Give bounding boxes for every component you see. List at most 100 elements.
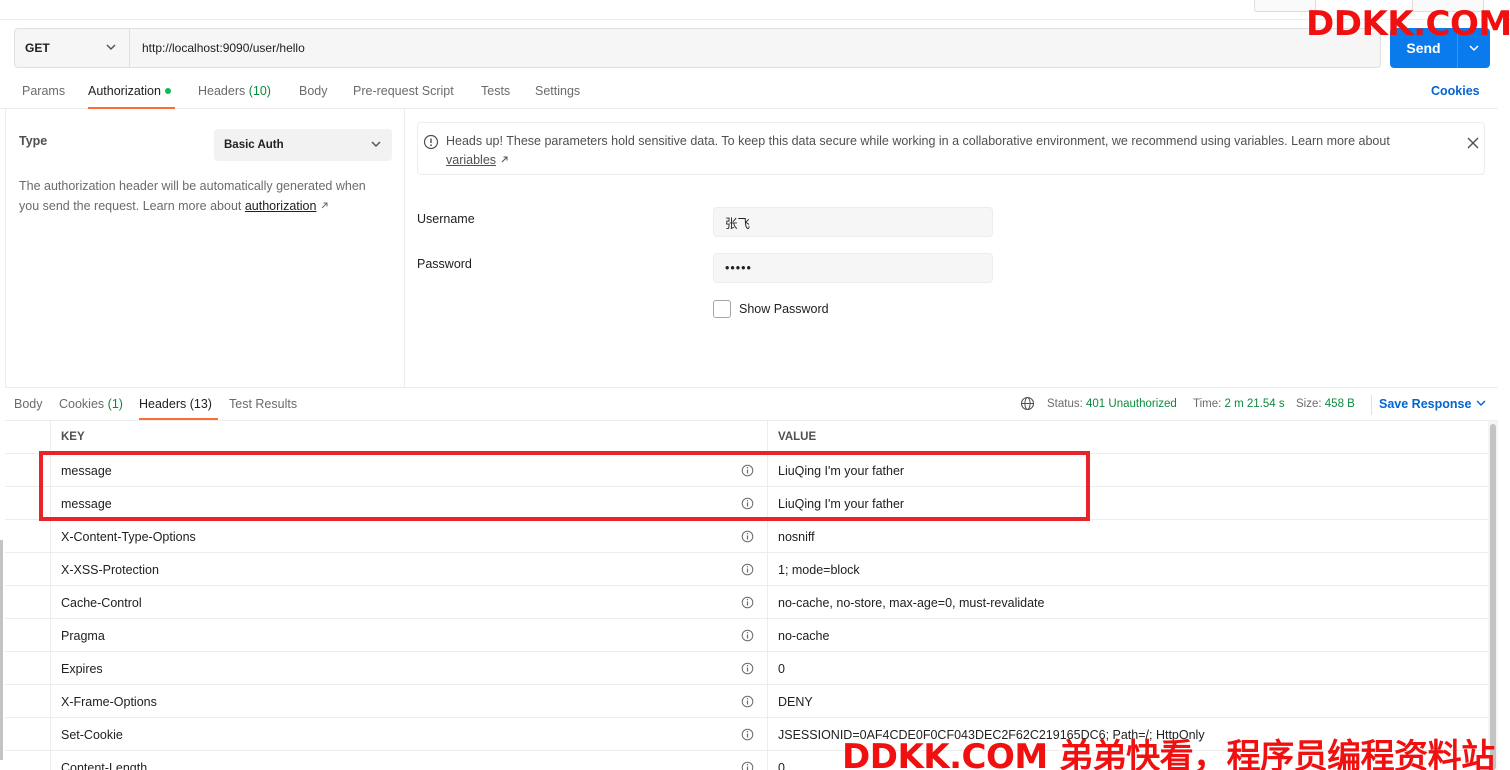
variables-link[interactable]: variables (446, 153, 496, 167)
auth-type-select[interactable]: Basic Auth (214, 129, 392, 161)
key-cell: Content-Length (50, 751, 768, 770)
tab-headers-count: (10) (248, 84, 271, 98)
sensitive-data-alert: Heads up! These parameters hold sensitiv… (417, 122, 1485, 175)
info-icon[interactable] (741, 596, 754, 612)
tab-settings[interactable]: Settings (535, 84, 580, 98)
table-header-row: KEY VALUE (5, 421, 1488, 454)
chevron-down-icon (105, 41, 117, 56)
external-link-icon (320, 199, 329, 213)
scrollbar-thumb[interactable] (1490, 424, 1496, 770)
table-row: Pragma no-cache (5, 619, 1488, 652)
username-label: Username (417, 212, 475, 226)
tab-headers-label: Headers (198, 84, 246, 98)
cookies-link[interactable]: Cookies (1431, 84, 1480, 98)
active-resp-tab-indicator (139, 418, 218, 420)
chevron-down-icon (370, 138, 382, 153)
show-password-checkbox[interactable] (713, 300, 731, 318)
authorization-link[interactable]: authorization (245, 199, 317, 213)
url-input[interactable]: http://localhost:9090/user/hello (130, 29, 1380, 67)
top-toolbar-strip (0, 0, 1510, 20)
watermark-bottom: DDKK.COM 弟弟快看，程序员编程资料站 (842, 737, 1495, 770)
info-icon[interactable] (741, 761, 754, 770)
tab-prerequest-script[interactable]: Pre-request Script (353, 84, 454, 98)
info-icon[interactable] (741, 563, 754, 579)
time-value[interactable]: 2 m 21.54 s (1225, 398, 1285, 410)
url-bar: GET http://localhost:9090/user/hello (14, 28, 1381, 68)
resp-tab-cookies-label: Cookies (59, 397, 105, 411)
tab-headers[interactable]: Headers (10) (198, 84, 271, 98)
time-label: Time: (1193, 398, 1222, 410)
auth-description: The authorization header will be automat… (19, 176, 389, 216)
info-circle-icon (423, 134, 439, 153)
password-field[interactable]: ••••• (713, 253, 993, 283)
header-value: 0 (778, 662, 785, 676)
status-value[interactable]: 401 Unauthorized (1086, 398, 1177, 410)
table-row: Expires 0 (5, 652, 1488, 685)
show-password-label[interactable]: Show Password (739, 302, 829, 316)
key-cell: X-Frame-Options (50, 685, 768, 718)
status-label: Status: (1047, 398, 1083, 410)
tab-params[interactable]: Params (22, 84, 65, 98)
method-label: GET (25, 41, 50, 55)
header-value: 1; mode=block (778, 563, 860, 577)
left-scrollbar[interactable] (0, 540, 3, 760)
info-icon[interactable] (741, 695, 754, 711)
save-response-label: Save Response (1379, 397, 1472, 411)
table-row: X-Frame-Options DENY (5, 685, 1488, 718)
response-tabs: Body Cookies (1) Headers (13) Test Resul… (5, 387, 1498, 421)
alert-text: Heads up! These parameters hold sensitiv… (446, 134, 1390, 148)
time-info: Time: 2 m 21.54 s (1193, 398, 1285, 410)
header-value: 0 (778, 761, 785, 770)
method-select[interactable]: GET (15, 29, 130, 67)
chevron-down-icon (1475, 397, 1487, 411)
active-dot-icon (164, 87, 171, 94)
type-label: Type (19, 134, 48, 148)
header-value: no-cache (778, 629, 830, 643)
resp-tab-body[interactable]: Body (14, 397, 43, 411)
username-field[interactable]: 张飞 (713, 207, 993, 237)
table-row: X-XSS-Protection 1; mode=block (5, 553, 1488, 586)
save-response-button[interactable]: Save Response (1379, 397, 1487, 411)
value-header: VALUE (778, 431, 817, 443)
header-key: Pragma (61, 629, 105, 643)
info-icon[interactable] (741, 662, 754, 678)
tab-body[interactable]: Body (299, 84, 328, 98)
resp-tab-test-results[interactable]: Test Results (229, 397, 297, 411)
alert-message: Heads up! These parameters hold sensitiv… (446, 132, 1436, 170)
close-icon[interactable] (1466, 136, 1480, 153)
resp-tab-cookies[interactable]: Cookies (1) (59, 397, 123, 411)
key-cell: Expires (50, 652, 768, 685)
auth-type-panel: Type Basic Auth The authorization header… (5, 109, 405, 387)
tab-authorization[interactable]: Authorization (88, 84, 171, 98)
info-icon[interactable] (741, 728, 754, 744)
info-icon[interactable] (741, 629, 754, 645)
divider (1371, 395, 1372, 415)
info-icon[interactable] (741, 530, 754, 546)
password-label: Password (417, 257, 472, 271)
resp-tab-headers-count: (13) (189, 397, 212, 411)
header-value: no-cache, no-store, max-age=0, must-reva… (778, 596, 1045, 610)
size-label: Size: (1296, 398, 1322, 410)
status-info: Status: 401 Unauthorized (1047, 398, 1177, 410)
highlight-box (39, 451, 1090, 521)
header-key: Expires (61, 662, 103, 676)
tab-tests[interactable]: Tests (481, 84, 510, 98)
watermark-top: DDKK.COM (1306, 4, 1510, 44)
size-value[interactable]: 458 B (1325, 398, 1355, 410)
table-row: X-Content-Type-Options nosniff (5, 520, 1488, 553)
header-key: X-Content-Type-Options (61, 530, 196, 544)
header-value: DENY (778, 695, 813, 709)
header-key: Content-Length (61, 761, 148, 770)
table-row: Cache-Control no-cache, no-store, max-ag… (5, 586, 1488, 619)
resp-tab-headers-label: Headers (139, 397, 187, 411)
globe-icon[interactable] (1020, 396, 1035, 414)
auth-type-value: Basic Auth (224, 139, 284, 151)
external-link-icon (500, 153, 509, 167)
key-cell: Set-Cookie (50, 718, 768, 751)
key-cell: X-Content-Type-Options (50, 520, 768, 553)
resp-tab-headers[interactable]: Headers (13) (139, 397, 212, 411)
key-cell: Cache-Control (50, 586, 768, 619)
key-cell: Pragma (50, 619, 768, 652)
resp-tab-cookies-count: (1) (107, 397, 123, 411)
key-column-header: KEY (50, 421, 768, 454)
